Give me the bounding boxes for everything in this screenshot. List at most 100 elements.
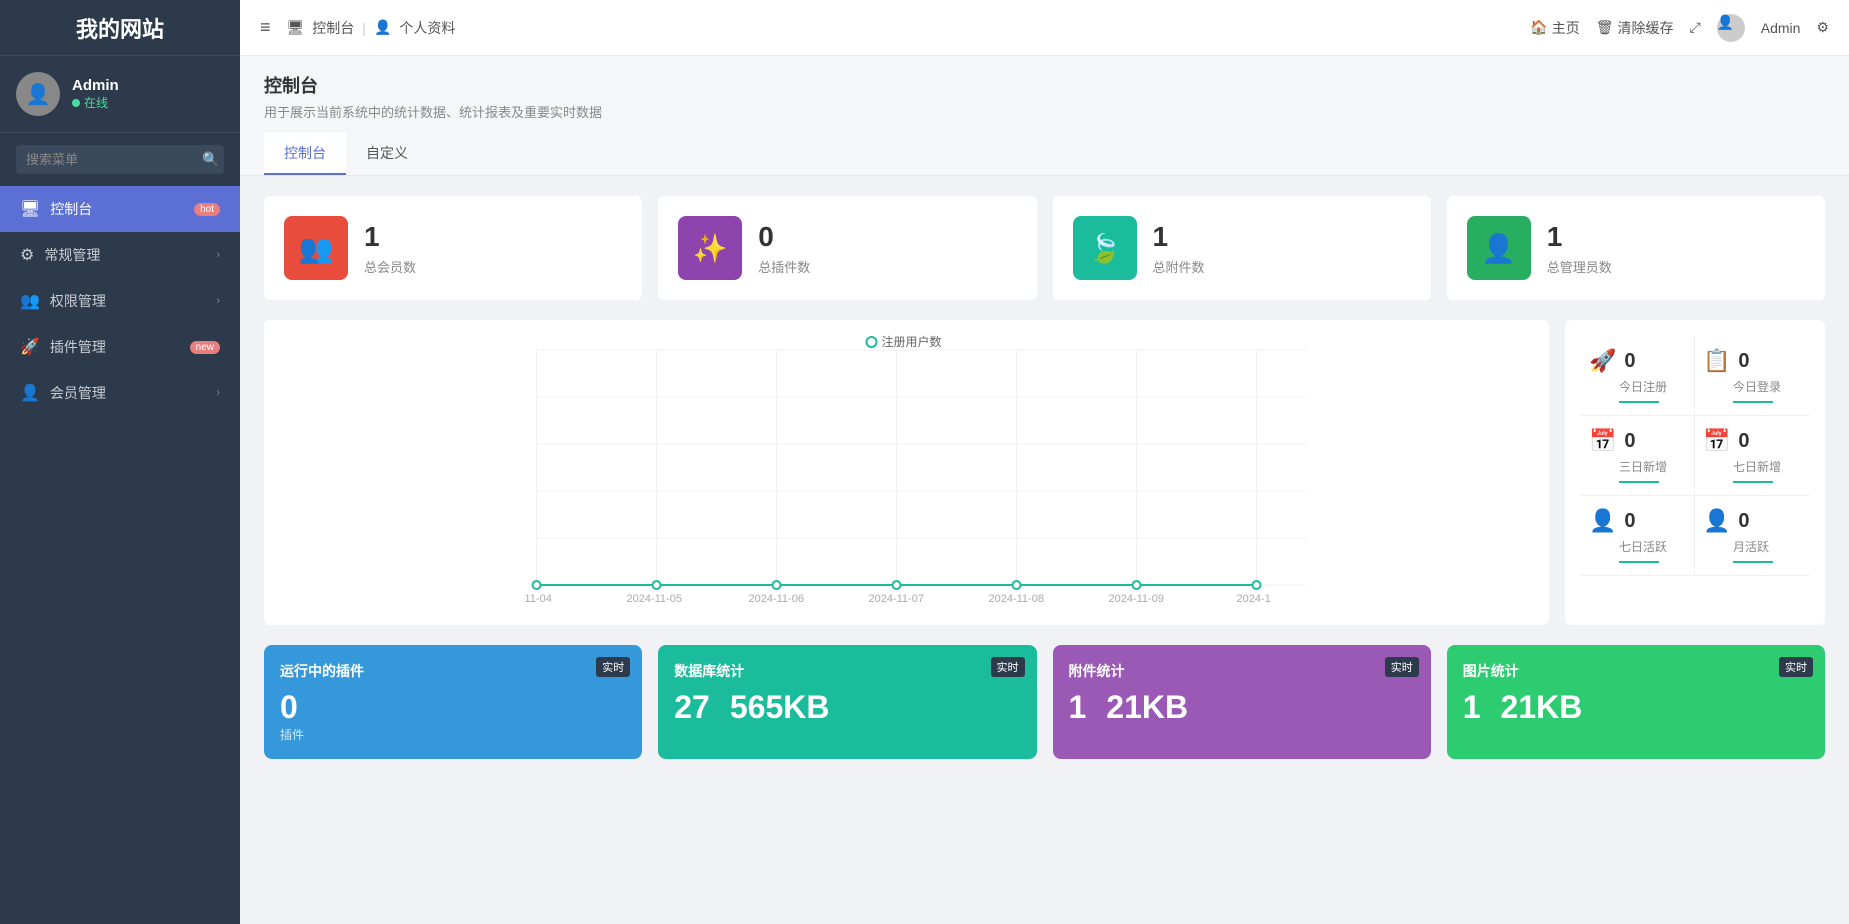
bottom-num-3a: 1 bbox=[1463, 689, 1481, 726]
avatar: 👤 bbox=[16, 72, 60, 116]
svg-text:2024-11-07: 2024-11-07 bbox=[869, 593, 924, 605]
today-login-num: 0 bbox=[1738, 350, 1749, 373]
search-box[interactable]: 🔍 bbox=[16, 145, 224, 174]
breadcrumb-dashboard[interactable]: 控制台 bbox=[312, 18, 354, 38]
sidebar-item-plugins[interactable]: 🚀 插件管理 new bbox=[0, 324, 240, 370]
badge-new: new bbox=[190, 341, 220, 354]
stat-label-members: 总会员数 bbox=[364, 257, 416, 276]
user-info: Admin 在线 bbox=[72, 77, 119, 111]
divider bbox=[1619, 481, 1659, 483]
7day-num: 0 bbox=[1738, 430, 1749, 453]
3day-stat-icon: 📅 bbox=[1589, 428, 1616, 454]
bottom-nums-1: 27 565KB bbox=[674, 689, 1020, 726]
7day-stat-icon: 📅 bbox=[1703, 428, 1730, 454]
topbar-left: ≡ 🖥 控制台 | 👤 个人资料 bbox=[260, 17, 1510, 38]
stat-label-admins: 总管理员数 bbox=[1547, 257, 1612, 276]
line-chart: 注册用户数 11-04 2024-11-05 2024-11-06 20 bbox=[264, 330, 1549, 620]
bottom-card-attachments-title: 附件统计 bbox=[1069, 661, 1415, 681]
topbar: ≡ 🖥 控制台 | 👤 个人资料 🏠 主页 🗑 清除缓存 ⤢ 👤 Admi bbox=[240, 0, 1849, 56]
hamburger-icon[interactable]: ≡ bbox=[260, 17, 271, 38]
breadcrumb: 🖥 控制台 | 👤 个人资料 bbox=[287, 18, 456, 38]
bottom-num-2a: 1 bbox=[1069, 689, 1087, 726]
bottom-num-2b: 21KB bbox=[1106, 689, 1188, 726]
side-stat-today-login: 📋 0 今日登录 bbox=[1695, 336, 1809, 416]
3day-num: 0 bbox=[1624, 430, 1635, 453]
user-icon: 👤 bbox=[20, 383, 40, 403]
rocket-stat-icon: 🚀 bbox=[1589, 348, 1616, 374]
sidebar-item-label: 会员管理 bbox=[50, 383, 216, 403]
sidebar-item-members[interactable]: 👤 会员管理 › bbox=[0, 370, 240, 416]
svg-text:2024-11-08: 2024-11-08 bbox=[989, 593, 1044, 605]
realtime-badge-2: 实时 bbox=[1385, 657, 1419, 677]
monthly-active-label: 月活跃 bbox=[1733, 538, 1801, 555]
bottom-card-plugins-title: 运行中的插件 bbox=[280, 661, 626, 681]
topbar-right: 🏠 主页 🗑 清除缓存 ⤢ 👤 Admin ⚙ bbox=[1530, 14, 1829, 42]
stat-card-admins: 👤 1 总管理员数 bbox=[1447, 196, 1825, 300]
chart-card: 注册用户数 11-04 2024-11-05 2024-11-06 20 bbox=[264, 320, 1549, 625]
breadcrumb-sep: | bbox=[362, 20, 366, 36]
side-stat-3day: 📅 0 三日新增 bbox=[1581, 416, 1695, 496]
chart-section: 注册用户数 11-04 2024-11-05 2024-11-06 20 bbox=[264, 320, 1825, 625]
bottom-card-images: 图片统计 实时 1 21KB bbox=[1447, 645, 1825, 759]
bottom-num-1a: 27 bbox=[674, 689, 710, 726]
side-stat-monthly-active: 👤 0 月活跃 bbox=[1695, 496, 1809, 576]
side-stat-7day: 📅 0 七日新增 bbox=[1695, 416, 1809, 496]
monthly-active-num: 0 bbox=[1738, 510, 1749, 533]
svg-text:2024-11-05: 2024-11-05 bbox=[627, 593, 682, 605]
search-input[interactable] bbox=[26, 152, 202, 167]
chevron-right-icon: › bbox=[216, 249, 220, 261]
divider bbox=[1733, 561, 1773, 563]
page-subtitle: 用于展示当前系统中的统计数据、统计报表及重要实时数据 bbox=[264, 102, 1825, 121]
stat-card-plugins: ✨ 0 总插件数 bbox=[658, 196, 1036, 300]
fullscreen-icon: ⤢ bbox=[1690, 19, 1701, 36]
7day-active-label: 七日活跃 bbox=[1619, 538, 1686, 555]
stat-card-members: 👥 1 总会员数 bbox=[264, 196, 642, 300]
badge-hot: hot bbox=[194, 203, 220, 216]
breadcrumb-icon-dashboard: 🖥 bbox=[287, 19, 305, 36]
realtime-badge-3: 实时 bbox=[1779, 657, 1813, 677]
sidebar-item-dashboard[interactable]: 🖥 控制台 hot bbox=[0, 186, 240, 232]
3day-label: 三日新增 bbox=[1619, 458, 1686, 475]
svg-text:注册用户数: 注册用户数 bbox=[882, 334, 942, 349]
stat-icon-attachments: 🍃 bbox=[1073, 216, 1137, 280]
bottom-num-3b: 21KB bbox=[1501, 689, 1583, 726]
chevron-right-icon: › bbox=[216, 295, 220, 307]
stat-icon-plugins: ✨ bbox=[678, 216, 742, 280]
bottom-num-1b: 565KB bbox=[730, 689, 830, 726]
stat-card-attachments: 🍃 1 总附件数 bbox=[1053, 196, 1431, 300]
svg-text:2024-11-09: 2024-11-09 bbox=[1109, 593, 1164, 605]
search-icon[interactable]: 🔍 bbox=[202, 151, 219, 168]
breadcrumb-profile[interactable]: 个人资料 bbox=[399, 18, 455, 38]
home-link[interactable]: 🏠 主页 bbox=[1530, 18, 1579, 38]
settings-icon[interactable]: ⚙ bbox=[1816, 19, 1829, 36]
stat-icon-admins: 👤 bbox=[1467, 216, 1531, 280]
7day-active-num: 0 bbox=[1624, 510, 1635, 533]
sidebar-item-permission[interactable]: 👥 权限管理 › bbox=[0, 278, 240, 324]
bottom-num-label-0: 插件 bbox=[280, 726, 304, 743]
admin-avatar: 👤 bbox=[1717, 14, 1745, 42]
fullscreen-link[interactable]: ⤢ bbox=[1690, 19, 1701, 36]
sidebar-item-label: 常规管理 bbox=[44, 245, 216, 265]
7day-label: 七日新增 bbox=[1733, 458, 1801, 475]
bottom-card-db-title: 数据库统计 bbox=[674, 661, 1020, 681]
chevron-right-icon: › bbox=[216, 387, 220, 399]
stat-num-admins: 1 bbox=[1547, 221, 1612, 253]
tab-custom[interactable]: 自定义 bbox=[346, 133, 428, 175]
stat-info-plugins: 0 总插件数 bbox=[758, 221, 810, 276]
bottom-row: 运行中的插件 实时 0 插件 数据库统计 实时 27 bbox=[264, 645, 1825, 759]
tab-dashboard[interactable]: 控制台 bbox=[264, 133, 346, 175]
divider bbox=[1619, 561, 1659, 563]
stat-info-attachments: 1 总附件数 bbox=[1153, 221, 1205, 276]
sidebar-item-label: 插件管理 bbox=[50, 337, 186, 357]
sidebar-item-label: 权限管理 bbox=[50, 291, 216, 311]
7day-active-icon: 👤 bbox=[1589, 508, 1616, 534]
divider bbox=[1619, 401, 1659, 403]
rocket-icon: 🚀 bbox=[20, 337, 40, 357]
bottom-nums-0: 0 插件 bbox=[280, 689, 626, 743]
clear-cache-link[interactable]: 🗑 清除缓存 bbox=[1596, 18, 1674, 38]
stat-num-members: 1 bbox=[364, 221, 416, 253]
status-dot bbox=[72, 99, 80, 107]
realtime-badge-1: 实时 bbox=[991, 657, 1025, 677]
stat-num-plugins: 0 bbox=[758, 221, 810, 253]
sidebar-item-general[interactable]: ⚙ 常规管理 › bbox=[0, 232, 240, 278]
